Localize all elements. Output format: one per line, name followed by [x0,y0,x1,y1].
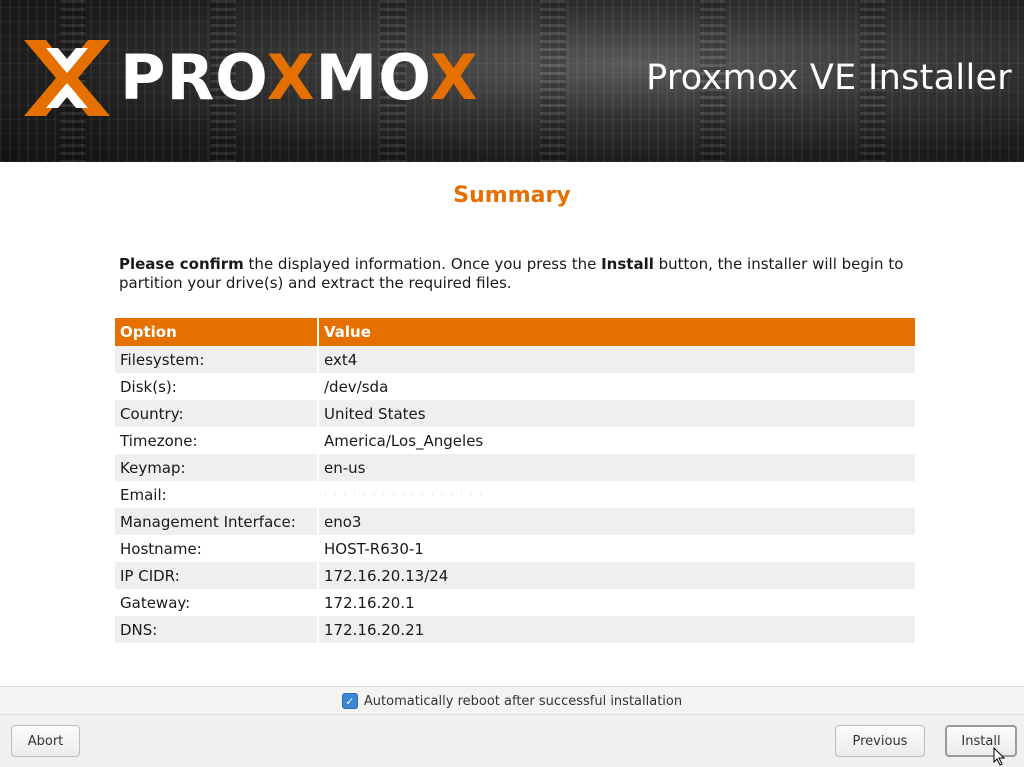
auto-reboot-checkbox[interactable]: ✓ [341,693,358,709]
value-cell: 172.16.20.1 [319,589,915,616]
option-cell: Management Interface: [115,508,319,535]
abort-button[interactable]: Abort [11,725,80,757]
option-cell: Timezone: [115,427,319,454]
value-cell: 172.16.20.13/24 [319,562,915,589]
auto-reboot-label[interactable]: Automatically reboot after successful in… [364,694,682,709]
option-cell: Keymap: [115,454,319,481]
option-cell: Hostname: [115,535,319,562]
option-cell: Filesystem: [115,346,319,373]
value-cell: 172.16.20.21 [319,616,915,643]
table-row: Gateway: 172.16.20.1 [115,589,915,616]
table-row: DNS: 172.16.20.21 [115,616,915,643]
option-cell: IP CIDR: [115,562,319,589]
column-header-value: Value [319,318,915,346]
install-button[interactable]: Install [945,725,1017,757]
table-row: Timezone: America/Los_Angeles [115,427,915,454]
checkmark-icon: ✓ [345,694,355,708]
button-bar: Abort Previous Install [0,714,1024,767]
option-cell: Gateway: [115,589,319,616]
option-cell: Disk(s): [115,373,319,400]
value-cell: America/Los_Angeles [319,427,915,454]
proxmox-x-icon [24,40,110,116]
value-cell-redacted: · · · · · · · · · · · · · · · · · [319,481,915,508]
summary-table: Option Value Filesystem: ext4 Disk(s): /… [115,318,915,643]
page-title: Summary [453,183,571,208]
value-cell: HOST-R630-1 [319,535,915,562]
column-header-option: Option [115,318,319,346]
table-header-row: Option Value [115,318,915,346]
header-banner: PROXMOX Proxmox VE Installer [0,0,1024,162]
option-cell: Country: [115,400,319,427]
table-row: Keymap: en-us [115,454,915,481]
logo-wordmark: PROXMOX [120,41,479,114]
table-row: Hostname: HOST-R630-1 [115,535,915,562]
table-row: Email: · · · · · · · · · · · · · · · · · [115,481,915,508]
option-cell: DNS: [115,616,319,643]
value-cell: United States [319,400,915,427]
value-cell: en-us [319,454,915,481]
table-row: Country: United States [115,400,915,427]
previous-button[interactable]: Previous [835,725,925,757]
table-row: Filesystem: ext4 [115,346,915,373]
installer-title: Proxmox VE Installer [646,58,1012,98]
mouse-pointer-icon [993,747,1006,766]
table-row: IP CIDR: 172.16.20.13/24 [115,562,915,589]
intro-text: Please confirm the displayed information… [119,255,904,292]
table-row: Disk(s): /dev/sda [115,373,915,400]
value-cell: /dev/sda [319,373,915,400]
value-cell: ext4 [319,346,915,373]
table-row: Management Interface: eno3 [115,508,915,535]
reboot-option-bar: ✓ Automatically reboot after successful … [0,686,1024,715]
value-cell: eno3 [319,508,915,535]
option-cell: Email: [115,481,319,508]
